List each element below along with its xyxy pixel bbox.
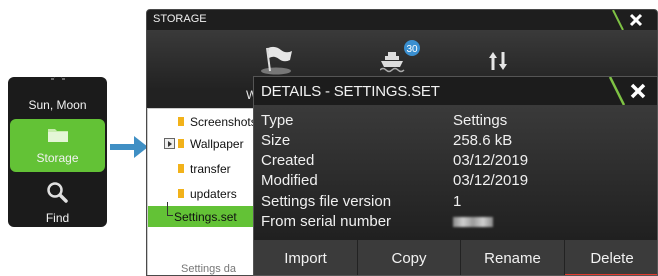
storage-header: STORAGE — [147, 10, 658, 30]
tree-item-transfer[interactable]: transfer — [148, 158, 266, 179]
delete-label: Delete — [590, 250, 634, 267]
transfer-arrows-icon[interactable] — [487, 50, 509, 72]
tree-item-label: Settings.set — [174, 210, 237, 224]
folder-icon — [178, 117, 184, 126]
detail-key: Created — [261, 152, 315, 169]
rename-button[interactable]: Rename — [461, 240, 565, 275]
waypoint-flag-icon[interactable] — [259, 45, 293, 75]
detail-row-type: Type Settings — [261, 110, 651, 130]
folder-icon — [48, 129, 68, 142]
detail-value: Settings — [453, 112, 508, 129]
side-menu: Sun, Moon Storage Find — [8, 77, 107, 227]
dialog-title: DETAILS - SETTINGS.SET — [261, 83, 440, 100]
detail-value: 258.6 kB — [453, 132, 513, 149]
menu-item-label: Sun, Moon — [28, 98, 87, 112]
tree-branch-line — [167, 202, 173, 216]
details-dialog: DETAILS - SETTINGS.SET Type Settings Siz… — [253, 76, 658, 276]
storage-title: STORAGE — [153, 13, 207, 25]
detail-value: 1 — [453, 193, 462, 210]
detail-row-size: Size 258.6 kB — [261, 130, 651, 150]
tree-item-updaters[interactable]: updaters — [148, 183, 266, 204]
redacted-serial — [453, 217, 493, 227]
tree-item-screenshots[interactable]: Screenshots — [148, 111, 266, 132]
tree-item-label: Wallpaper — [190, 137, 244, 151]
dialog-body: Type Settings Size 258.6 kB Created 03/1… — [254, 105, 657, 240]
folder-icon — [178, 164, 184, 173]
detail-row-serial: From serial number — [261, 211, 651, 231]
delete-button[interactable]: Delete — [565, 240, 657, 275]
close-icon[interactable] — [604, 77, 658, 105]
file-tree: Screenshots Wallpaper transfer updaters — [147, 108, 266, 275]
tree-item-settings-file[interactable]: Settings.set — [148, 202, 266, 227]
folder-icon — [178, 189, 184, 198]
dialog-button-bar: Import Copy Rename Delete — [254, 240, 657, 275]
menu-item-sun-moon[interactable]: Sun, Moon — [8, 77, 107, 120]
partial-item: Settings da — [167, 263, 267, 275]
arrow-right-icon — [110, 136, 148, 158]
detail-key: Modified — [261, 172, 318, 189]
detail-value: 03/12/2019 — [453, 152, 529, 169]
detail-row-modified: Modified 03/12/2019 — [261, 170, 651, 190]
tree-item-label: Screenshots — [190, 115, 257, 129]
detail-key: Size — [261, 132, 291, 149]
detail-key: Settings file version — [261, 193, 392, 210]
menu-item-find[interactable]: Find — [8, 175, 107, 227]
vessel-badge: 30 — [406, 44, 418, 55]
tree-item-label: updaters — [190, 187, 237, 201]
sun-moon-icon — [51, 77, 65, 80]
import-button[interactable]: Import — [254, 240, 358, 275]
vessel-icon[interactable]: 30 — [380, 40, 422, 78]
detail-key: From serial number — [261, 213, 392, 230]
folder-icon — [178, 139, 184, 148]
detail-row-version: Settings file version 1 — [261, 191, 651, 211]
menu-item-label: Find — [45, 211, 70, 225]
detail-key: Type — [261, 112, 294, 129]
tree-item-label: transfer — [190, 162, 231, 176]
partial-item-label: Settings da — [181, 263, 237, 275]
copy-button[interactable]: Copy — [358, 240, 461, 275]
close-icon[interactable] — [609, 10, 658, 30]
magnifier-icon — [47, 182, 68, 203]
screen: Sun, Moon Storage Find STORAGE 30 Screen… — [0, 0, 658, 276]
detail-row-created: Created 03/12/2019 — [261, 150, 651, 170]
menu-item-storage[interactable]: Storage — [10, 119, 105, 172]
menu-item-label: Storage — [36, 151, 79, 165]
dialog-header: DETAILS - SETTINGS.SET — [254, 77, 658, 105]
tree-item-wallpaper[interactable]: Wallpaper — [148, 133, 266, 154]
expand-icon[interactable] — [164, 138, 175, 149]
detail-value: 03/12/2019 — [453, 172, 529, 189]
